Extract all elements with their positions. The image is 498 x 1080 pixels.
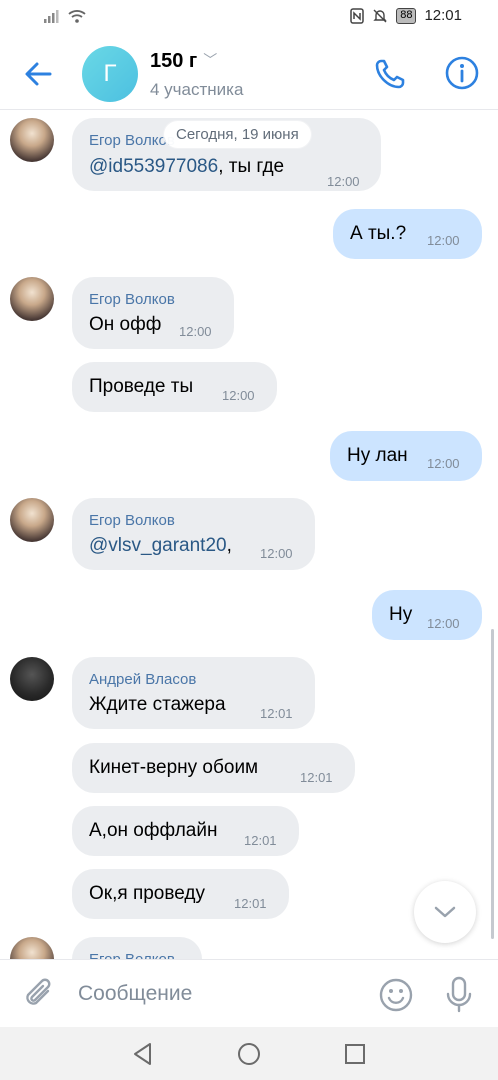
avatar[interactable] [10, 118, 54, 162]
message-text: А ты.? [350, 223, 407, 244]
nav-home-icon[interactable] [236, 1041, 262, 1067]
message-text: @vlsv_garant20, [89, 535, 232, 556]
mute-icon [373, 9, 387, 22]
date-separator: Сегодня, 19 июня [164, 121, 311, 148]
status-time: 12:01 [424, 7, 462, 24]
scrollbar[interactable] [491, 629, 494, 939]
message-time: 12:00 [427, 233, 460, 248]
message-bubble[interactable]: А,он оффлайн 12:01 [72, 806, 299, 856]
message-bubble[interactable]: Андрей Власов Ждите стажера 12:01 [72, 657, 315, 729]
message-text: Проведе ты [89, 376, 194, 397]
microphone-icon[interactable] [444, 976, 474, 1014]
scroll-down-button[interactable] [414, 881, 476, 943]
chat-title[interactable]: 150 г ﹀ [150, 50, 217, 73]
message-time: 12:01 [300, 770, 333, 785]
sender-name[interactable]: Андрей Власов [89, 671, 196, 688]
message-bubble[interactable]: Егор Волков [72, 937, 202, 959]
chevron-down-icon [434, 906, 456, 918]
message-feed[interactable]: Егор Волков @id553977086, ты где 12:00 А… [0, 111, 498, 959]
mention-link[interactable]: @vlsv_garant20 [89, 535, 227, 556]
nfc-icon [350, 7, 364, 24]
message-text: А,он оффлайн [89, 820, 218, 841]
message-bubble[interactable]: Егор Волков Он офф 12:00 [72, 277, 234, 349]
status-bar: 88 12:01 [0, 0, 498, 34]
sender-name[interactable]: Егор Волков [89, 512, 175, 529]
message-text: Он офф [89, 314, 162, 335]
sender-name[interactable]: Егор Волков [89, 951, 175, 959]
emoji-icon[interactable] [378, 977, 414, 1013]
system-navbar [0, 1027, 498, 1080]
chevron-down-icon: ﹀ [203, 52, 218, 68]
phone-icon[interactable] [372, 56, 408, 92]
message-input[interactable] [78, 976, 358, 1012]
message-bubble-outgoing[interactable]: Ну лан 12:00 [330, 431, 482, 481]
message-time: 12:01 [244, 833, 277, 848]
chat-header: Г 150 г ﹀ 4 участника [0, 34, 498, 110]
message-time: 12:01 [234, 896, 267, 911]
message-time: 12:00 [427, 456, 460, 471]
message-bubble[interactable]: Ок,я проведу 12:01 [72, 869, 289, 919]
back-arrow-icon[interactable] [20, 56, 56, 92]
message-text: Кинет-верну обоим [89, 757, 259, 778]
mention-link[interactable]: @id553977086 [89, 156, 218, 177]
sender-name[interactable]: Егор Волков [89, 132, 175, 149]
chat-title-text: 150 г [150, 50, 198, 72]
message-time: 12:00 [222, 388, 255, 403]
message-bubble-outgoing[interactable]: Ну 12:00 [372, 590, 482, 640]
message-text: Ну лан [347, 445, 408, 466]
avatar[interactable] [10, 277, 54, 321]
sender-name[interactable]: Егор Волков [89, 291, 175, 308]
message-text: Ну [389, 604, 413, 625]
message-time: 12:00 [427, 616, 460, 631]
message-text: Ок,я проведу [89, 883, 205, 904]
paperclip-icon[interactable] [22, 976, 56, 1012]
message-time: 12:01 [260, 706, 293, 721]
avatar[interactable] [10, 498, 54, 542]
message-text: Ждите стажера [89, 694, 226, 715]
chat-avatar[interactable]: Г [82, 46, 138, 102]
wifi-icon [68, 10, 86, 23]
avatar[interactable] [10, 937, 54, 959]
message-composer [0, 959, 498, 1027]
message-text: @id553977086, ты где [89, 156, 285, 177]
message-bubble[interactable]: Кинет-верну обоим 12:01 [72, 743, 355, 793]
info-icon[interactable] [444, 55, 480, 91]
avatar[interactable] [10, 657, 54, 701]
message-bubble[interactable]: Проведе ты 12:00 [72, 362, 277, 412]
message-bubble-outgoing[interactable]: А ты.? 12:00 [333, 209, 482, 259]
nav-recents-icon[interactable] [342, 1041, 368, 1067]
chat-member-count: 4 участника [150, 80, 244, 99]
message-time: 12:00 [260, 546, 293, 561]
nav-back-icon[interactable] [130, 1041, 156, 1067]
battery-icon: 88 [396, 7, 417, 24]
message-bubble[interactable]: Егор Волков @vlsv_garant20, 12:00 [72, 498, 315, 570]
signal-icon [44, 10, 59, 23]
message-time: 12:00 [327, 174, 360, 189]
message-time: 12:00 [179, 324, 212, 339]
